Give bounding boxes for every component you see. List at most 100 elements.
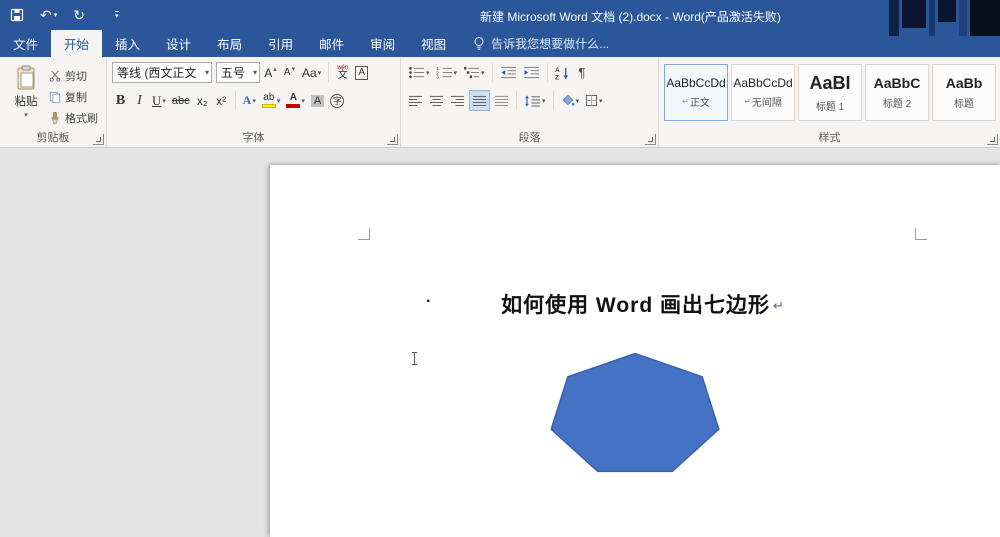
character-shading-button[interactable]: A	[309, 90, 326, 111]
paragraph-dialog-launcher[interactable]	[645, 134, 656, 145]
sort-button[interactable]: A Z	[553, 62, 572, 83]
borders-button[interactable]: ▾	[583, 90, 605, 111]
redo-button[interactable]: ↻	[73, 8, 85, 22]
style-name: 标题 1	[815, 101, 845, 113]
align-right-button[interactable]	[448, 90, 467, 111]
style-preview: AaBbCcDd	[733, 76, 793, 90]
clipboard-dialog-launcher[interactable]	[93, 134, 104, 145]
bold-button[interactable]: B	[112, 90, 129, 111]
style-card-title[interactable]: AaBb 标题	[932, 64, 996, 121]
lightbulb-icon	[474, 36, 484, 50]
tell-me-label: 告诉我您想要做什么...	[491, 37, 610, 51]
align-center-button[interactable]	[427, 90, 446, 111]
copy-icon	[49, 91, 61, 103]
divider	[234, 91, 236, 110]
strikethrough-button[interactable]: abc	[170, 90, 192, 111]
decoration-bar	[938, 0, 956, 22]
format-painter-button[interactable]: 格式刷	[49, 110, 98, 126]
save-button[interactable]	[10, 8, 24, 22]
ribbon-tab-bar: 文件 开始 插入 设计 布局 引用 邮件 审阅 视图 告诉我您想要做什么...	[0, 30, 1000, 57]
heptagon-shape[interactable]	[547, 352, 723, 479]
phonetic-guide-button[interactable]: wén 文	[334, 62, 351, 83]
divider	[546, 63, 548, 82]
heptagon-polygon[interactable]	[550, 352, 720, 473]
decrease-indent-button[interactable]	[498, 62, 519, 83]
text-effects-button[interactable]: A ▾	[241, 90, 258, 111]
chevron-down-icon: ▾	[599, 97, 603, 105]
decrease-indent-icon	[500, 66, 516, 79]
style-card-heading2[interactable]: AaBbC 标题 2	[865, 64, 929, 121]
style-card-normal[interactable]: AaBbCcDd ↵ 正文	[664, 64, 728, 121]
multilevel-list-button[interactable]: ▾	[461, 62, 487, 83]
change-case-button[interactable]: Aa ▾	[300, 62, 323, 83]
increase-indent-button[interactable]	[521, 62, 542, 83]
chevron-down-icon: ▾	[542, 97, 546, 105]
paste-dropdown-icon[interactable]: ▾	[24, 111, 28, 119]
tab-mailings[interactable]: 邮件	[306, 30, 357, 57]
window-title: 新建 Microsoft Word 文档 (2).docx - Word(产品激…	[480, 10, 781, 24]
distribute-button[interactable]	[492, 90, 511, 111]
tab-view[interactable]: 视图	[408, 30, 459, 57]
enclose-characters-button[interactable]: 字	[328, 90, 346, 111]
clipboard-group: 粘贴 ▾ 剪切 复制 格式刷 剪贴板	[0, 57, 106, 147]
style-preview: AaBbC	[873, 75, 921, 91]
cut-label: 剪切	[65, 71, 87, 83]
underline-button[interactable]: U ▾	[150, 90, 168, 111]
bullets-button[interactable]: ▾	[406, 62, 432, 83]
undo-dropdown-icon[interactable]: ▾	[54, 12, 58, 19]
copy-button[interactable]: 复制	[49, 89, 98, 105]
tell-me-box[interactable]: 告诉我您想要做什么...	[473, 30, 609, 57]
shading-button[interactable]: ▾	[559, 90, 582, 111]
styles-dialog-launcher[interactable]	[987, 134, 998, 145]
cut-button[interactable]: 剪切	[49, 68, 98, 84]
highlight-color-bar	[261, 104, 276, 108]
style-card-no-spacing[interactable]: AaBbCcDd ↵ 无间隔	[731, 64, 795, 121]
customize-quick-access-button[interactable]: ▾	[114, 10, 119, 20]
tab-insert[interactable]: 插入	[102, 30, 153, 57]
enclose-characters-icon: 字	[330, 93, 345, 108]
font-dialog-launcher[interactable]	[387, 134, 398, 145]
align-left-button[interactable]	[406, 90, 425, 111]
divider	[552, 91, 554, 110]
grow-font-button[interactable]: A ▴	[262, 62, 279, 83]
paragraph-mark-icon: ↵	[744, 97, 751, 106]
shrink-font-button[interactable]: A ▾	[281, 62, 298, 83]
svg-text:A: A	[555, 67, 560, 74]
font-name-select[interactable]: 等线 (西文正文 ▾	[112, 62, 212, 83]
numbering-button[interactable]: 1 2 3 ▾	[434, 62, 460, 83]
italic-button[interactable]: I	[131, 90, 148, 111]
caret-up-icon: ▴	[273, 65, 277, 73]
character-shading-icon: A	[310, 94, 325, 107]
tab-layout[interactable]: 布局	[204, 30, 255, 57]
line-spacing-icon	[525, 94, 540, 107]
format-painter-icon	[51, 111, 59, 124]
font-size-select[interactable]: 五号 ▾	[216, 62, 260, 83]
multilevel-list-icon	[464, 67, 479, 78]
tab-home[interactable]: 开始	[51, 30, 103, 57]
subscript-button[interactable]: x₂	[194, 90, 211, 111]
font-color-button[interactable]: A ▾	[284, 90, 307, 111]
justify-button[interactable]	[469, 90, 490, 111]
paste-button[interactable]: 粘贴 ▾	[5, 60, 47, 130]
tab-review[interactable]: 审阅	[357, 30, 408, 57]
superscript-button[interactable]: x²	[213, 90, 230, 111]
document-heading[interactable]: 如何使用 Word 画出七边形 ↵	[370, 289, 915, 319]
page[interactable]: · 如何使用 Word 画出七边形 ↵	[270, 165, 1000, 537]
undo-button[interactable]: ↶ ▾	[40, 8, 57, 22]
character-border-button[interactable]: A	[353, 62, 370, 83]
tab-design[interactable]: 设计	[153, 30, 204, 57]
chevron-down-icon: ▾	[252, 68, 257, 77]
divider	[328, 63, 330, 82]
shading-icon	[562, 94, 575, 106]
quick-access-toolbar: ↶ ▾ ↻ ▾	[10, 0, 119, 30]
highlight-color-button[interactable]: ab ▾	[260, 90, 283, 111]
font-group-label: 字体	[242, 132, 265, 144]
tab-references[interactable]: 引用	[255, 30, 306, 57]
show-paragraph-marks-button[interactable]: ¶	[574, 62, 591, 83]
tab-file[interactable]: 文件	[0, 30, 51, 57]
style-card-heading1[interactable]: AaBI 标题 1	[798, 64, 862, 121]
font-color-icon: A	[286, 93, 301, 108]
clipboard-group-label: 剪贴板	[36, 132, 70, 144]
chevron-down-icon: ▾	[481, 69, 485, 77]
line-spacing-button[interactable]: ▾	[522, 90, 548, 111]
